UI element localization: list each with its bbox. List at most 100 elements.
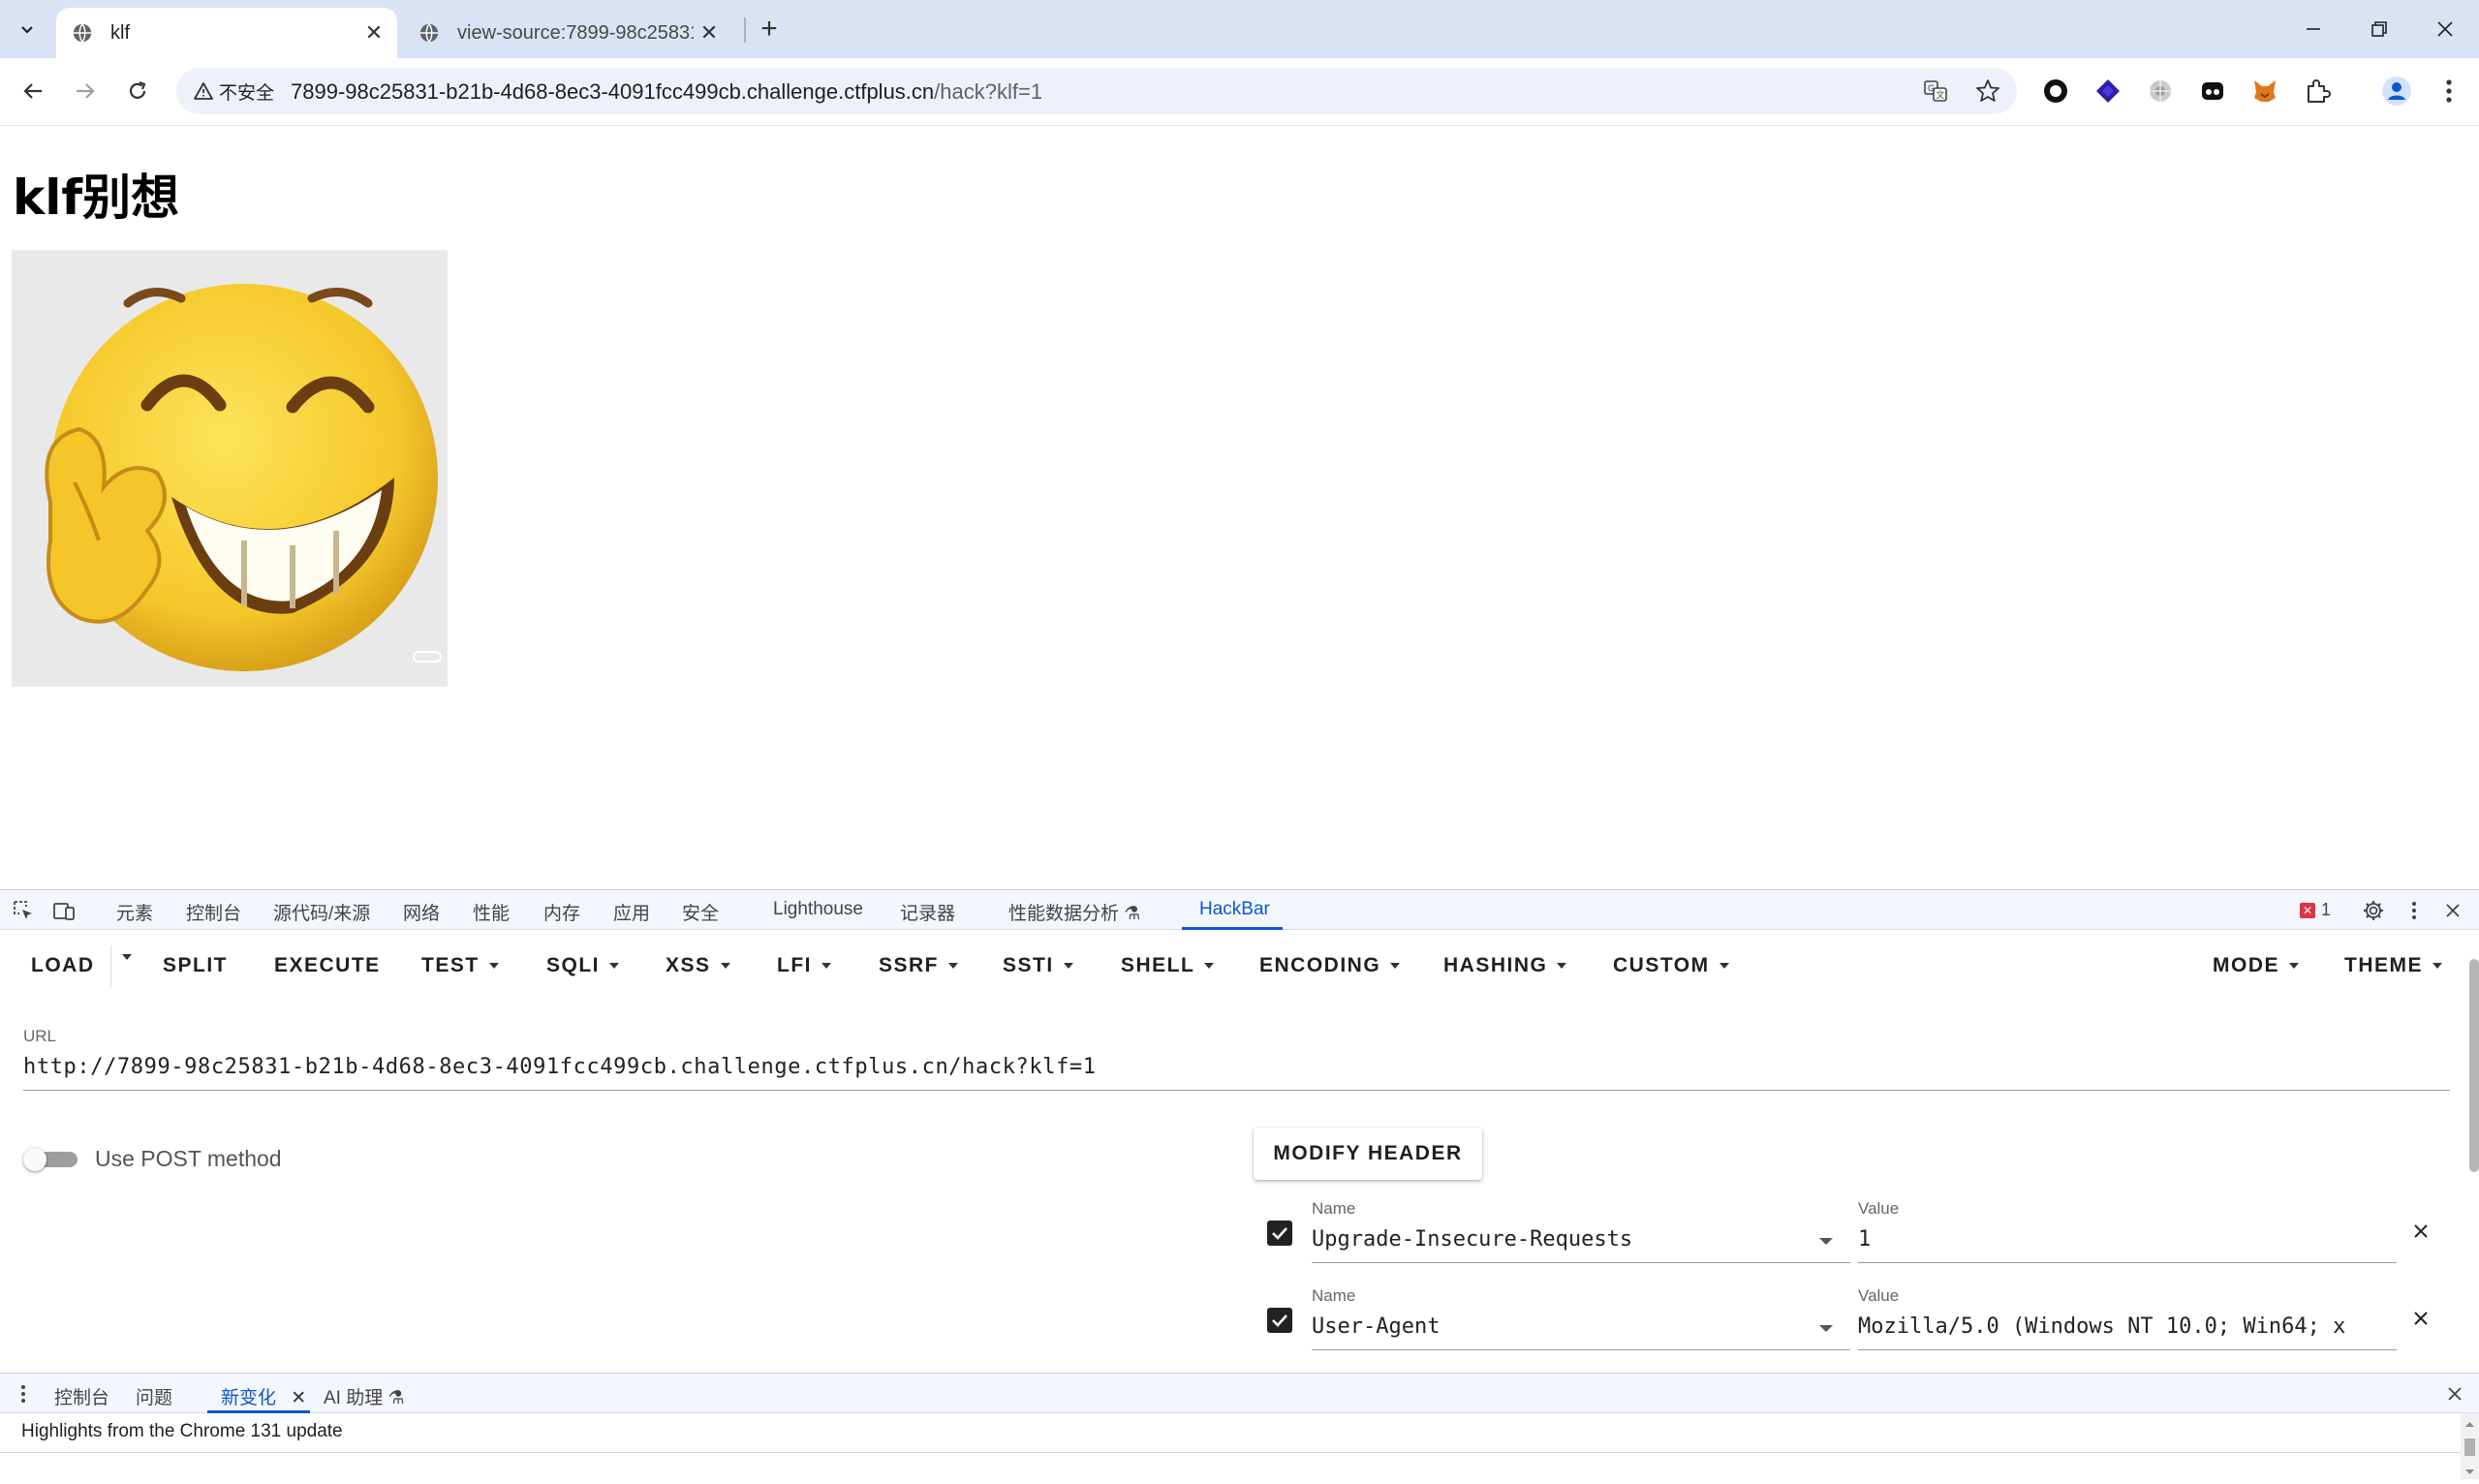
lfi-menu[interactable]: LFI <box>777 954 831 977</box>
xss-menu[interactable]: XSS <box>666 954 730 977</box>
devtools-settings-button[interactable] <box>2360 898 2387 923</box>
remove-header-button[interactable] <box>2406 1304 2435 1333</box>
caret-down-icon[interactable] <box>1819 1325 1833 1332</box>
tab-title: view-source:7899-98c25831- <box>457 21 694 44</box>
devtools-tab-sources[interactable]: 源代码/来源 <box>273 899 370 925</box>
devtools-tab-security[interactable]: 安全 <box>682 899 719 925</box>
address-text[interactable]: 7899-98c25831-b21b-4d68-8ec3-4091fcc499c… <box>291 79 1042 105</box>
drawer-tab-issues[interactable]: 问题 <box>136 1383 172 1409</box>
encoding-menu[interactable]: ENCODING <box>1259 954 1401 977</box>
ssrf-menu[interactable]: SSRF <box>879 954 959 977</box>
header-value-input[interactable]: Mozilla/5.0 (Windows NT 10.0; Win64; x <box>1858 1312 2397 1350</box>
close-devtools-button[interactable] <box>2439 898 2466 923</box>
drawer-menu-button[interactable] <box>10 1381 37 1407</box>
back-button[interactable] <box>14 72 52 110</box>
devtools-tab-recorder[interactable]: 记录器 <box>900 899 955 925</box>
tab-klf[interactable]: klf ✕ <box>56 8 397 58</box>
close-tab-icon[interactable]: ✕ <box>358 17 389 48</box>
header-enabled-checkbox[interactable] <box>1267 1221 1292 1246</box>
close-tab-icon[interactable]: ✕ <box>694 17 725 48</box>
devtools-tab-console[interactable]: 控制台 <box>186 899 241 925</box>
devtools-tab-network[interactable]: 网络 <box>403 899 440 925</box>
devtools-drawer-tabs: 控制台 问题 新变化 ✕ AI 助理 ⚗ <box>0 1373 2479 1413</box>
header-value-input[interactable]: 1 <box>1858 1224 2397 1263</box>
test-menu-label: TEST <box>421 954 480 976</box>
error-count-badge[interactable]: ✕ 1 <box>2300 900 2331 920</box>
security-indicator[interactable]: 不安全 <box>186 74 288 108</box>
header-row: Name Upgrade-Insecure-Requests Value 1 <box>1267 1199 2449 1273</box>
shell-menu[interactable]: SHELL <box>1121 954 1215 977</box>
translate-button[interactable]: G文 <box>1920 76 1951 107</box>
modify-header-button[interactable]: MODIFY HEADER <box>1254 1128 1482 1180</box>
forward-button[interactable] <box>66 72 105 110</box>
devtools-tab-hackbar[interactable]: HackBar <box>1199 899 1270 920</box>
drawer-tab-whats-new[interactable]: 新变化 ✕ <box>221 1383 306 1409</box>
devtools-tab-elements[interactable]: 元素 <box>116 899 153 925</box>
device-toolbar-button[interactable] <box>50 898 77 923</box>
drawer-scrollbar[interactable] <box>2461 1413 2479 1479</box>
inspect-element-button[interactable] <box>10 898 37 923</box>
ssti-menu[interactable]: SSTI <box>1003 954 1073 977</box>
puzzle-extensions-icon[interactable] <box>2300 74 2335 108</box>
bookmark-button[interactable] <box>1972 76 2003 107</box>
drawer-tab-ai-assistant[interactable]: AI 助理 ⚗ <box>324 1383 405 1409</box>
test-menu[interactable]: TEST <box>421 954 499 977</box>
tab-view-source[interactable]: view-source:7899-98c25831- ✕ <box>403 8 732 58</box>
theme-menu[interactable]: THEME <box>2344 954 2442 977</box>
close-window-button[interactable] <box>2416 0 2474 58</box>
flask-icon: ⚗ <box>387 1388 405 1408</box>
custom-menu[interactable]: CUSTOM <box>1613 954 1729 977</box>
drawer-tab-console[interactable]: 控制台 <box>54 1383 109 1409</box>
devtools-tab-performance-insights[interactable]: 性能数据分析 ⚗ <box>1008 899 1140 925</box>
caret-down-icon <box>122 954 132 960</box>
fox-extension-icon[interactable] <box>2247 74 2282 108</box>
sqli-menu[interactable]: SQLI <box>546 954 620 977</box>
caret-down-icon <box>821 963 831 969</box>
reload-button[interactable] <box>118 72 157 110</box>
caret-down-icon <box>720 963 730 969</box>
post-method-toggle[interactable] <box>23 1139 77 1178</box>
panel-scrollbar[interactable] <box>2469 959 2479 1172</box>
devtools-tab-performance[interactable]: 性能 <box>473 899 510 925</box>
devtools-tab-lighthouse[interactable]: Lighthouse <box>773 899 863 920</box>
load-button[interactable]: LOAD <box>31 954 95 977</box>
hashing-menu[interactable]: HASHING <box>1443 954 1567 977</box>
address-bar[interactable]: 不安全 7899-98c25831-b21b-4d68-8ec3-4091fcc… <box>176 68 2017 114</box>
header-name-input[interactable]: User-Agent <box>1312 1312 1850 1350</box>
header-name-input[interactable]: Upgrade-Insecure-Requests <box>1312 1224 1850 1263</box>
caret-down-icon[interactable] <box>1819 1238 1833 1245</box>
header-name-label: Name <box>1312 1286 1356 1305</box>
execute-button[interactable]: EXECUTE <box>274 954 381 977</box>
load-options-dropdown[interactable] <box>118 954 132 960</box>
browser-menu-button[interactable] <box>2432 74 2466 108</box>
header-value-label: Value <box>1858 1199 1900 1218</box>
close-tab-icon[interactable]: ✕ <box>291 1388 306 1408</box>
header-row: Name User-Agent Value Mozilla/5.0 (Windo… <box>1267 1286 2449 1360</box>
split-button[interactable]: SPLIT <box>163 954 228 977</box>
caret-down-icon <box>1719 963 1729 969</box>
browser-toolbar: 不安全 7899-98c25831-b21b-4d68-8ec3-4091fcc… <box>0 58 2479 126</box>
profile-avatar[interactable] <box>2379 74 2414 108</box>
device-icon <box>53 903 75 920</box>
svg-text:文: 文 <box>1937 89 1945 101</box>
circle-extension-icon[interactable] <box>2038 74 2073 108</box>
url-input[interactable]: http://7899-98c25831-b21b-4d68-8ec3-4091… <box>23 1052 2450 1091</box>
header-enabled-checkbox[interactable] <box>1267 1308 1292 1333</box>
devtools-tab-memory[interactable]: 内存 <box>543 899 580 925</box>
remove-header-button[interactable] <box>2406 1217 2435 1246</box>
restore-window-button[interactable] <box>2350 0 2408 58</box>
devtools-tab-application[interactable]: 应用 <box>613 899 650 925</box>
divider <box>0 1452 2461 1453</box>
tab-search-button[interactable] <box>10 14 45 45</box>
devtools-menu-button[interactable] <box>2401 898 2428 923</box>
close-icon <box>2414 1224 2428 1238</box>
security-label: 不安全 <box>219 82 275 104</box>
close-drawer-button[interactable] <box>2441 1381 2468 1407</box>
error-count: 1 <box>2321 900 2332 919</box>
flower-extension-icon[interactable] <box>2143 74 2178 108</box>
cube-extension-icon[interactable] <box>2091 74 2125 108</box>
minimize-window-button[interactable] <box>2284 0 2342 58</box>
mode-menu[interactable]: MODE <box>2213 954 2299 977</box>
mask-extension-icon[interactable] <box>2195 74 2230 108</box>
new-tab-button[interactable]: + <box>752 12 787 46</box>
